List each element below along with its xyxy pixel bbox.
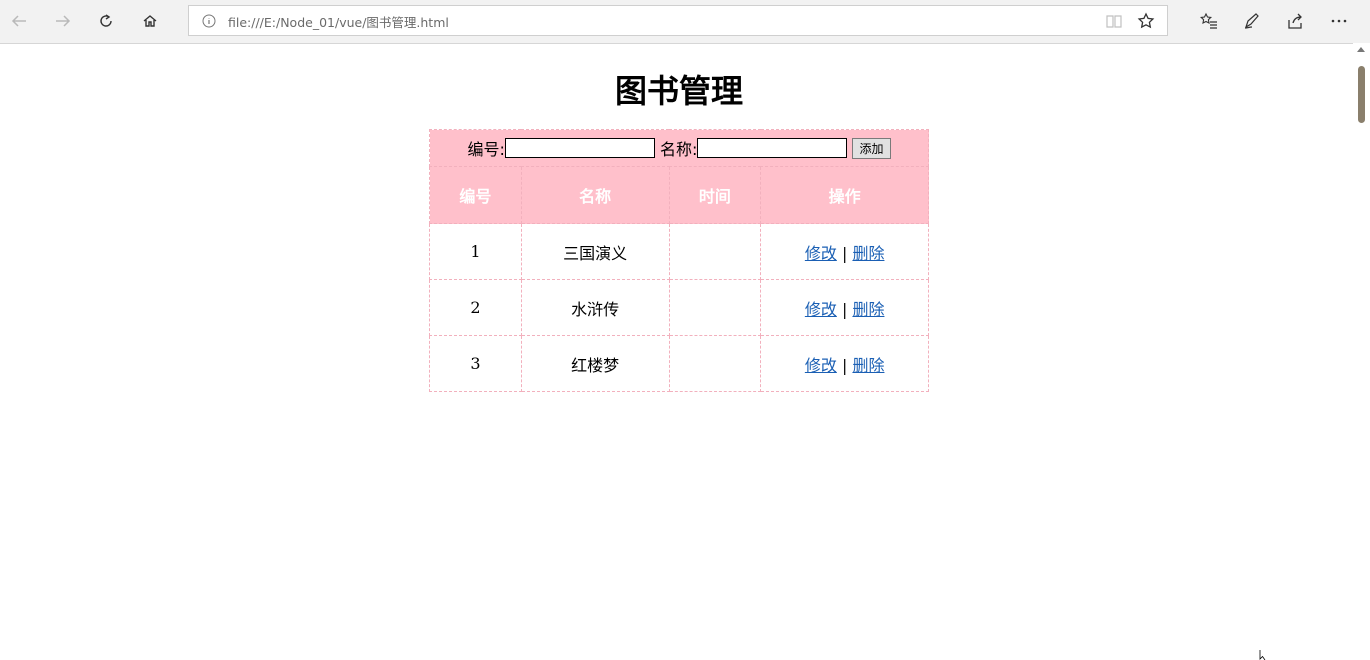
edit-link[interactable]: 修改	[805, 356, 837, 375]
page-title: 图书管理	[614, 72, 743, 110]
notes-button[interactable]	[1241, 10, 1263, 32]
cell-id: 2	[429, 279, 522, 336]
scrollbar-thumb[interactable]	[1358, 66, 1365, 123]
cell-id: 3	[429, 335, 522, 392]
add-form: 编号: 名称: 添加	[429, 129, 929, 167]
id-label: 编号:	[467, 140, 505, 159]
action-separator: |	[841, 243, 848, 263]
add-button[interactable]: 添加	[852, 137, 891, 159]
browser-toolbar: file:///E:/Node_01/vue/图书管理.html	[0, 0, 1370, 44]
scroll-up-icon[interactable]	[1357, 47, 1365, 52]
mouse-cursor-icon	[1259, 650, 1266, 660]
home-button[interactable]	[137, 8, 163, 34]
table-row: 1 三国演义 修改 | 删除	[429, 223, 929, 280]
edit-link[interactable]: 修改	[805, 300, 837, 319]
refresh-button[interactable]	[93, 8, 119, 34]
delete-link[interactable]: 删除	[852, 300, 884, 319]
edit-link[interactable]: 修改	[805, 244, 837, 263]
delete-link[interactable]: 删除	[852, 356, 884, 375]
reading-view-icon[interactable]	[1105, 12, 1123, 30]
cell-actions: 修改 | 删除	[760, 335, 929, 392]
vertical-scrollbar[interactable]	[1353, 43, 1370, 658]
table-row: 2 水浒传 修改 | 删除	[429, 279, 929, 336]
pen-notes-icon	[1244, 13, 1259, 29]
refresh-icon	[100, 14, 112, 27]
header-name: 名称	[520, 166, 670, 224]
action-separator: |	[841, 299, 848, 319]
cell-name: 三国演义	[520, 223, 670, 280]
info-icon[interactable]	[201, 13, 217, 29]
more-button[interactable]	[1328, 10, 1350, 32]
delete-link[interactable]: 删除	[852, 244, 884, 263]
cell-name: 水浒传	[520, 279, 670, 336]
cell-actions: 修改 | 删除	[760, 223, 929, 280]
favorites-list-button[interactable]	[1198, 10, 1220, 32]
id-input[interactable]	[504, 138, 655, 158]
book-table: 编号: 名称: 添加 编号 名称 时间 操作 1 三国演义 修改 | 删除 2 …	[429, 129, 929, 392]
address-bar[interactable]: file:///E:/Node_01/vue/图书管理.html	[188, 5, 1168, 36]
favorite-star-icon[interactable]	[1137, 12, 1155, 30]
cell-time	[668, 223, 762, 280]
cell-name: 红楼梦	[520, 335, 670, 392]
home-icon	[143, 15, 157, 27]
cell-actions: 修改 | 删除	[760, 279, 929, 336]
header-id: 编号	[429, 166, 522, 224]
header-action: 操作	[760, 166, 929, 224]
forward-button[interactable]	[50, 8, 76, 34]
back-button[interactable]	[6, 8, 32, 34]
action-separator: |	[841, 355, 848, 375]
table-row: 3 红楼梦 修改 | 删除	[429, 335, 929, 392]
cell-time	[668, 335, 762, 392]
forward-arrow-icon	[56, 15, 71, 27]
share-button[interactable]	[1284, 10, 1306, 32]
favorites-list-icon	[1200, 12, 1217, 29]
table-header-row: 编号 名称 时间 操作	[429, 166, 929, 224]
url-text[interactable]: file:///E:/Node_01/vue/图书管理.html	[228, 12, 449, 31]
back-arrow-icon	[11, 15, 26, 27]
name-input[interactable]	[697, 138, 848, 158]
add-form-row: 编号: 名称: 添加	[429, 129, 929, 167]
cell-id: 1	[429, 223, 522, 280]
cell-time	[668, 279, 762, 336]
more-dots-icon	[1331, 19, 1347, 23]
name-label: 名称:	[659, 140, 698, 159]
header-time: 时间	[668, 166, 762, 224]
share-icon	[1288, 13, 1302, 29]
